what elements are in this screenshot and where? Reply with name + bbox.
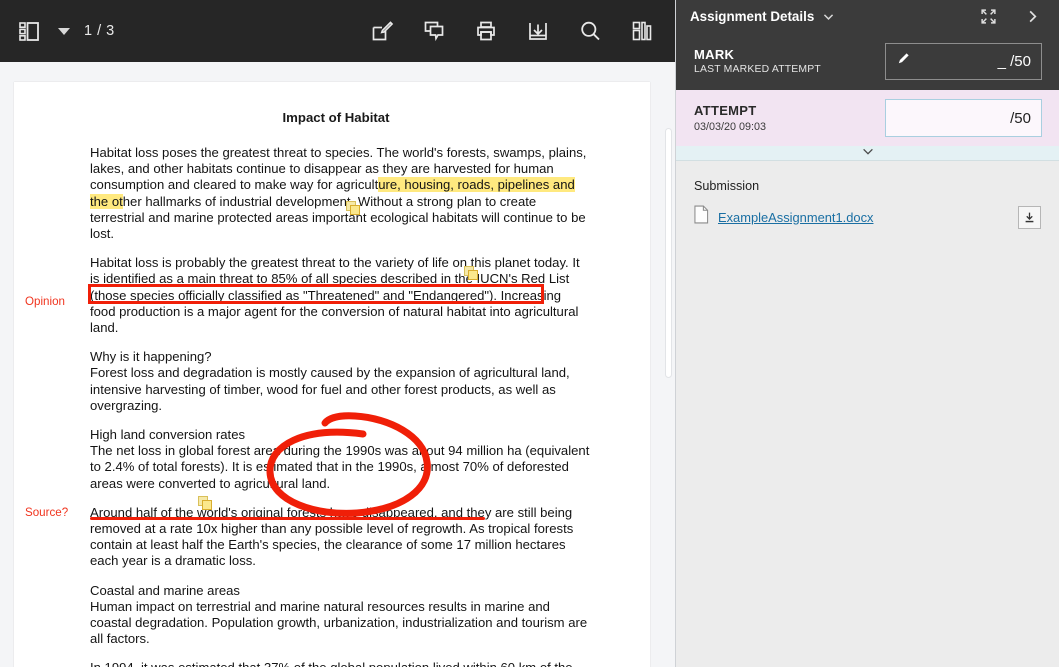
submission-section: Submission ExampleAssignment1.docx bbox=[676, 161, 1059, 229]
mark-score-input[interactable]: _ /50 bbox=[885, 43, 1042, 80]
expand-fullscreen-icon[interactable] bbox=[973, 1, 1003, 31]
mark-score-value: _ /50 bbox=[998, 53, 1031, 70]
attempt-timestamp: 03/03/20 09:03 bbox=[694, 121, 766, 133]
sticky-note-comment-icon[interactable] bbox=[198, 496, 213, 510]
submission-label: Submission bbox=[694, 179, 1041, 193]
pdf-assignment-viewer: 1 / 3 bbox=[0, 0, 1059, 667]
panel-title: Assignment Details bbox=[690, 9, 814, 24]
viewer-toolbar: 1 / 3 bbox=[0, 0, 675, 62]
mark-sublabel: LAST MARKED ATTEMPT bbox=[694, 64, 821, 75]
chevron-down-icon bbox=[861, 144, 875, 162]
document-heading: Impact of Habitat bbox=[82, 110, 590, 125]
download-submission-button[interactable] bbox=[1018, 206, 1041, 229]
chevron-down-icon[interactable] bbox=[58, 28, 70, 35]
paragraph-6-body: Human impact on terrestrial and marine n… bbox=[90, 599, 590, 648]
document-scrollbar[interactable] bbox=[665, 128, 672, 667]
comment-bubbles-icon[interactable] bbox=[419, 16, 449, 46]
assignment-details-panel: Assignment Details bbox=[676, 0, 1059, 667]
margin-note-opinion[interactable]: Opinion bbox=[25, 295, 65, 308]
paragraph-1-text-b: her hallmarks of industrial development.… bbox=[90, 194, 586, 241]
paragraph-6-heading: Coastal and marine areas bbox=[90, 583, 590, 599]
document-viewer: 1 / 3 bbox=[0, 0, 676, 667]
red-box-annotation[interactable] bbox=[88, 284, 544, 304]
paragraph-4-body: The net loss in global forest area durin… bbox=[90, 443, 590, 492]
attempt-label: ATTEMPT bbox=[694, 103, 766, 118]
paragraph-3-heading: Why is it happening? bbox=[90, 349, 590, 365]
chevron-down-icon[interactable] bbox=[822, 10, 835, 23]
attempt-row: ATTEMPT 03/03/20 09:03 /50 bbox=[676, 90, 1059, 146]
pencil-square-icon[interactable] bbox=[367, 16, 397, 46]
sticky-note-comment-icon[interactable] bbox=[464, 266, 479, 280]
mark-row: MARK LAST MARKED ATTEMPT _ /50 bbox=[676, 32, 1059, 90]
bookshelf-icon[interactable] bbox=[627, 16, 657, 46]
thumbnails-panel-icon[interactable] bbox=[14, 16, 44, 46]
document-scroll-area[interactable]: Impact of Habitat Habitat loss poses the… bbox=[0, 62, 676, 667]
page-indicator: 1 / 3 bbox=[84, 23, 115, 39]
mark-labels: MARK LAST MARKED ATTEMPT bbox=[694, 47, 821, 75]
paragraph-5: Around half of the world's original fore… bbox=[90, 505, 590, 570]
pencil-icon bbox=[896, 51, 911, 71]
paragraph-3-body: Forest loss and degradation is mostly ca… bbox=[90, 365, 590, 414]
chevron-right-icon[interactable] bbox=[1017, 1, 1047, 31]
attempt-labels: ATTEMPT 03/03/20 09:03 bbox=[694, 103, 766, 133]
panel-header-actions bbox=[973, 1, 1047, 31]
attempt-score-value: /50 bbox=[1010, 110, 1031, 127]
attempt-score-input[interactable]: /50 bbox=[885, 99, 1042, 137]
document-file-icon bbox=[694, 205, 709, 229]
sticky-note-comment-icon[interactable] bbox=[346, 201, 361, 215]
red-underline-annotation[interactable] bbox=[90, 517, 485, 520]
paragraph-4-heading: High land conversion rates bbox=[90, 427, 590, 443]
toolbar-right-group bbox=[367, 16, 657, 46]
paragraph-1: Habitat loss poses the greatest threat t… bbox=[90, 145, 590, 242]
boxed-sentence: Habitat loss is probably the greatest th… bbox=[90, 255, 569, 270]
submission-file-row: ExampleAssignment1.docx bbox=[694, 205, 1041, 229]
download-tray-icon[interactable] bbox=[523, 16, 553, 46]
submission-file-link[interactable]: ExampleAssignment1.docx bbox=[718, 210, 873, 225]
panel-header: Assignment Details bbox=[676, 0, 1059, 32]
paragraph-7-body: In 1994, it was estimated that 37% of th… bbox=[90, 660, 590, 667]
printer-icon[interactable] bbox=[471, 16, 501, 46]
margin-note-source[interactable]: Source? bbox=[25, 506, 68, 519]
magnifier-icon[interactable] bbox=[575, 16, 605, 46]
page-content: Impact of Habitat Habitat loss poses the… bbox=[14, 82, 650, 667]
panel-expander-toggle[interactable] bbox=[676, 146, 1059, 161]
document-page: Impact of Habitat Habitat loss poses the… bbox=[14, 82, 650, 667]
document-scrollbar-thumb[interactable] bbox=[665, 128, 672, 378]
download-icon bbox=[1023, 211, 1036, 224]
mark-label: MARK bbox=[694, 47, 821, 62]
toolbar-left-group: 1 / 3 bbox=[14, 16, 115, 46]
